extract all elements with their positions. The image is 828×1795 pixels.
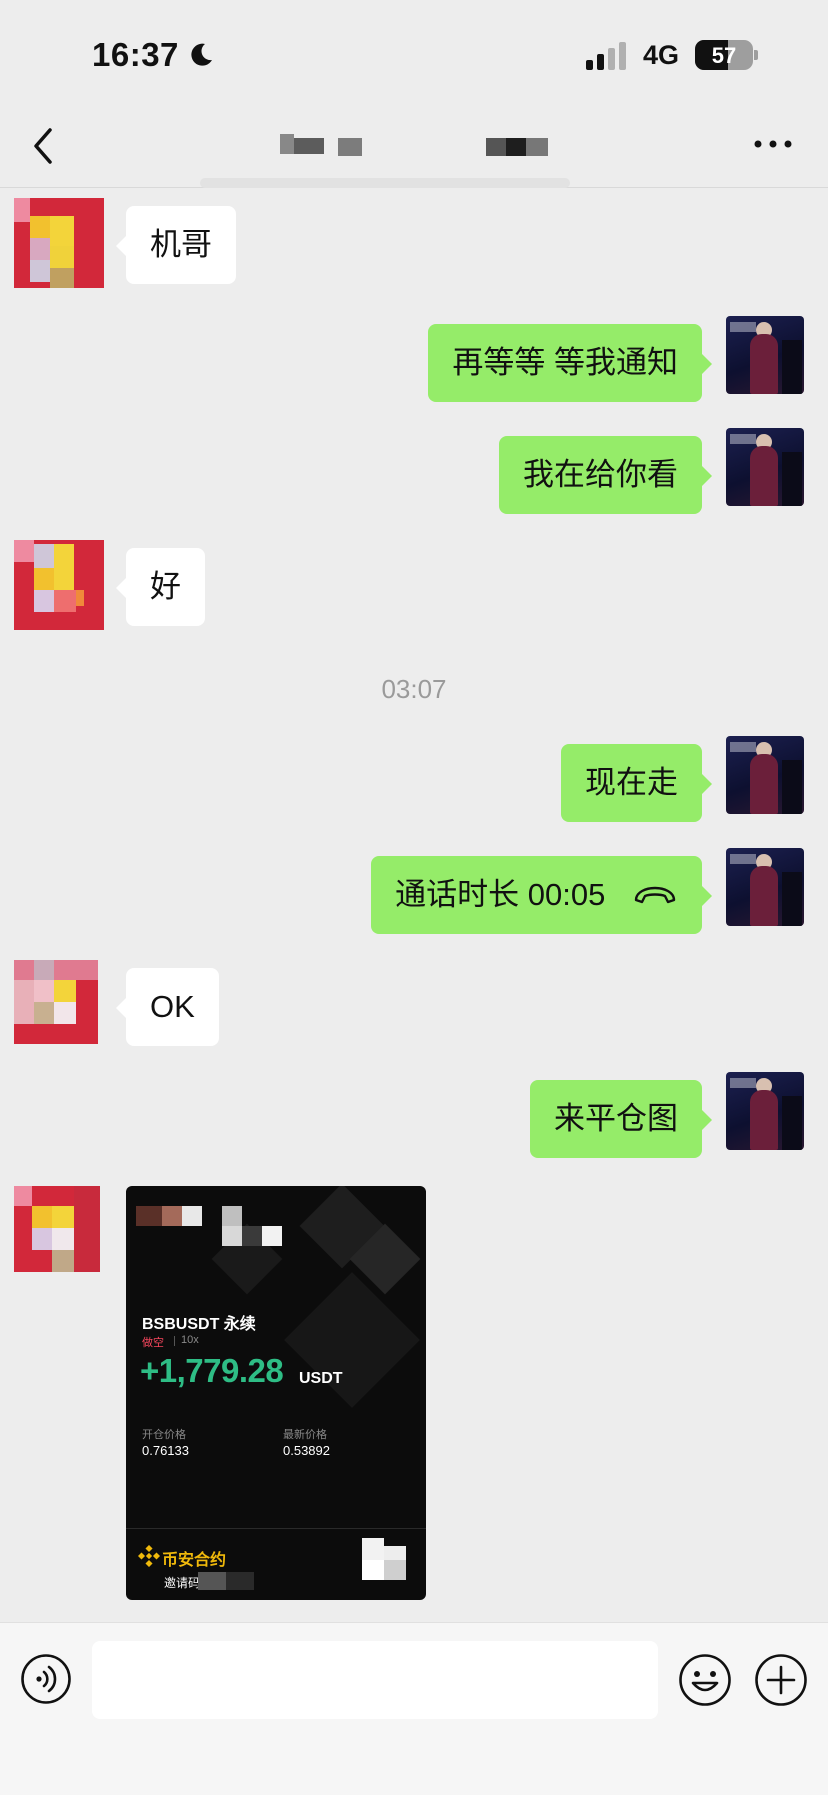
phone-hangup-icon — [634, 886, 676, 904]
pnl-value: +1,779.28 — [140, 1352, 284, 1389]
message-bubble[interactable]: OK — [116, 968, 219, 1046]
avatar[interactable] — [14, 1186, 104, 1276]
message-row: 好 — [0, 540, 828, 632]
message-bubble[interactable]: 来平仓图 — [530, 1080, 712, 1158]
chat-title-redacted — [280, 134, 560, 158]
avatar[interactable] — [14, 960, 104, 1050]
message-row: 现在走 — [0, 736, 828, 828]
entry-price-label: 开仓价格 — [142, 1429, 186, 1441]
pnl-unit: USDT — [299, 1370, 343, 1387]
redacted-header — [262, 1226, 282, 1246]
binance-logo-icon — [138, 1545, 160, 1567]
avatar[interactable] — [726, 1072, 804, 1150]
avatar[interactable] — [726, 736, 804, 814]
nav-bar — [0, 110, 828, 188]
last-price: 0.53892 — [283, 1443, 330, 1458]
message-bubble[interactable]: 现在走 — [561, 744, 712, 822]
battery-icon: 57 — [695, 40, 753, 70]
avatar[interactable] — [14, 540, 104, 630]
message-row: 来平仓图 — [0, 1072, 828, 1164]
message-bubble[interactable]: 再等等 等我通知 — [428, 324, 712, 402]
emoji-icon[interactable] — [678, 1653, 732, 1707]
battery-level: 57 — [711, 43, 737, 68]
ellipsis-icon[interactable] — [752, 130, 794, 158]
moon-icon — [191, 43, 212, 66]
position-side: 做空 — [142, 1337, 164, 1349]
redacted-qr-code — [362, 1560, 384, 1580]
contract-symbol: BSBUSDT 永续 — [142, 1316, 256, 1333]
brand-name: 币安合约 — [162, 1552, 227, 1569]
plus-icon[interactable] — [754, 1653, 808, 1707]
redacted-qr-code — [384, 1546, 406, 1560]
message-bubble[interactable]: 我在给你看 — [499, 436, 712, 514]
input-bar — [0, 1622, 828, 1795]
message-row: 我在给你看 — [0, 428, 828, 520]
voice-icon[interactable] — [20, 1653, 72, 1705]
redacted-header — [242, 1226, 262, 1246]
network-label: 4G — [643, 40, 680, 70]
avatar[interactable] — [726, 316, 804, 394]
shared-image-card[interactable]: BSBUSDT 永续 做空 10x +1,779.28 USDT 开仓价格 0.… — [126, 1186, 426, 1600]
redacted-invite-code — [198, 1572, 226, 1590]
signal-icon — [586, 42, 626, 70]
message-bubble[interactable]: 好 — [116, 548, 205, 626]
battery-tip — [754, 50, 758, 60]
invite-code-label: 邀请码 — [164, 1576, 201, 1590]
entry-price: 0.76133 — [142, 1443, 189, 1458]
redacted-qr-code — [384, 1560, 406, 1580]
call-record-bubble[interactable]: 通话时长 00:05 — [371, 856, 712, 934]
status-bar: 16:37 4G 57 — [0, 0, 828, 110]
divider — [174, 1336, 175, 1346]
message-row: 通话时长 00:05 — [0, 848, 828, 940]
chevron-left-icon[interactable] — [24, 124, 64, 168]
message-bubble[interactable]: 机哥 — [116, 206, 236, 284]
redacted-header — [136, 1206, 162, 1226]
message-row: 机哥 — [0, 198, 828, 290]
message-row: 再等等 等我通知 — [0, 316, 828, 408]
avatar[interactable] — [726, 428, 804, 506]
avatar[interactable] — [726, 848, 804, 926]
message-input[interactable] — [92, 1641, 658, 1719]
last-price-label: 最新价格 — [283, 1429, 327, 1441]
redacted-qr-code — [362, 1538, 384, 1560]
redacted-header — [222, 1206, 242, 1226]
redacted-header — [182, 1206, 202, 1226]
blur-artifact — [200, 178, 570, 188]
redacted-header — [222, 1226, 242, 1246]
redacted-header — [162, 1206, 182, 1226]
status-time: 16:37 — [92, 36, 179, 73]
avatar[interactable] — [14, 198, 104, 288]
divider — [126, 1528, 426, 1529]
message-row: OK — [0, 960, 828, 1052]
call-duration-text: 通话时长 00:05 — [395, 877, 606, 912]
redacted-invite-code — [226, 1572, 254, 1590]
leverage: 10x — [181, 1334, 199, 1346]
timestamp: 03:07 — [381, 674, 447, 704]
